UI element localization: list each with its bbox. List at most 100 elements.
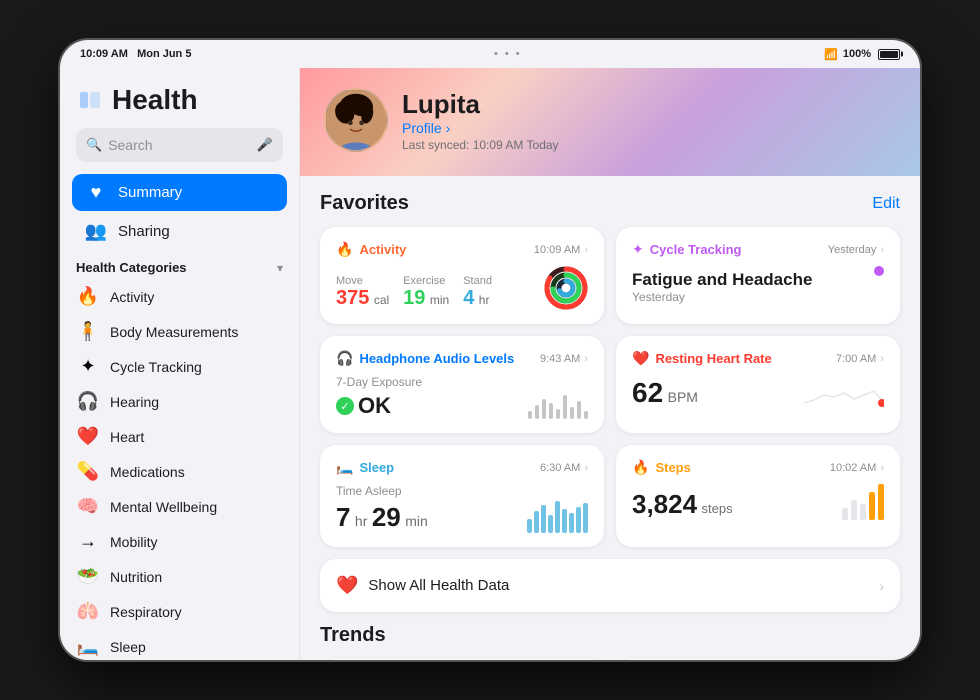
cycle-indicator-dot <box>874 266 884 276</box>
exercise-unit: min <box>430 293 449 307</box>
health-categories-title: Health Categories <box>76 260 187 275</box>
steps-card[interactable]: 🔥 Steps 10:02 AM › 3,824 steps <box>616 445 900 547</box>
status-bar: 10:09 AM Mon Jun 5 • • • 📶 100% <box>60 40 920 68</box>
show-all-health-data[interactable]: ❤️ Show All Health Data › <box>320 559 900 612</box>
mental-icon: 🧠 <box>76 496 100 517</box>
headphone-title: Headphone Audio Levels <box>359 351 514 366</box>
activity-card-chevron: › <box>584 244 588 256</box>
sidebar-item-nutrition[interactable]: 🥗 Nutrition <box>60 559 299 594</box>
sidebar-item-respiratory[interactable]: 🫁 Respiratory <box>60 594 299 629</box>
profile-name: Lupita <box>402 89 559 120</box>
sleep-label: Time Asleep <box>336 484 428 498</box>
profile-header: Lupita Profile › Last synced: 10:09 AM T… <box>300 68 920 176</box>
sleep-card[interactable]: 🛏️ Sleep 6:30 AM › Time Asleep <box>320 445 604 547</box>
microphone-icon[interactable]: 🎤 <box>257 137 273 153</box>
app-title: Health <box>112 84 198 116</box>
activity-ring <box>544 266 588 310</box>
steps-chart <box>842 484 884 520</box>
show-all-label: Show All Health Data <box>368 577 509 594</box>
heart-rate-chevron: › <box>880 353 884 365</box>
trend-exercise-card[interactable]: 🔥 Exercise Minutes <box>320 659 604 660</box>
sidebar: Health 🔍 Search 🎤 ♥ Summary 👥 Sharing He… <box>60 68 300 660</box>
sidebar-toggle-button[interactable] <box>76 86 104 114</box>
sleep-card-icon: 🛏️ <box>336 459 353 476</box>
cycle-card-time: Yesterday <box>828 244 877 256</box>
sidebar-item-mental-wellbeing[interactable]: 🧠 Mental Wellbeing <box>60 489 299 524</box>
sidebar-item-heart[interactable]: ❤️ Heart <box>60 419 299 454</box>
heart-rate-chart <box>804 375 884 411</box>
steps-unit: steps <box>702 501 733 516</box>
sleep-mins-unit: min <box>405 513 428 529</box>
steps-title: Steps <box>655 460 690 475</box>
sleep-icon: 🛏️ <box>76 636 100 657</box>
steps-chevron: › <box>880 462 884 474</box>
edit-button[interactable]: Edit <box>872 195 900 213</box>
respiratory-icon: 🫁 <box>76 601 100 622</box>
ipad-device: 10:09 AM Mon Jun 5 • • • 📶 100% <box>60 40 920 660</box>
profile-info: Lupita Profile › Last synced: 10:09 AM T… <box>402 89 559 152</box>
cycle-card-title: Cycle Tracking <box>650 242 742 257</box>
cycle-card[interactable]: ✦ Cycle Tracking Yesterday › Fatigue and… <box>616 227 900 324</box>
exercise-value: 19 <box>403 287 425 309</box>
favorites-section: Favorites Edit 🔥 Activity 10:09 A <box>300 176 920 660</box>
steps-value: 3,824 <box>632 489 697 519</box>
summary-label: Summary <box>118 184 182 201</box>
move-label: Move <box>336 275 389 287</box>
avatar <box>324 88 388 152</box>
heart-rate-card[interactable]: ❤️ Resting Heart Rate 7:00 AM › 62 <box>616 336 900 433</box>
move-unit: cal <box>374 293 389 307</box>
nutrition-icon: 🥗 <box>76 566 100 587</box>
cycle-symptom: Fatigue and Headache <box>632 270 812 290</box>
hearing-icon: 🎧 <box>76 391 100 412</box>
sidebar-item-summary[interactable]: ♥ Summary <box>72 174 287 211</box>
search-bar[interactable]: 🔍 Search 🎤 <box>76 128 283 162</box>
sidebar-item-body-measurements[interactable]: 🧍 Body Measurements <box>60 314 299 349</box>
sleep-card-title: Sleep <box>359 460 394 475</box>
sleep-mins: 29 <box>372 502 401 532</box>
medications-icon: 💊 <box>76 461 100 482</box>
activity-card-icon: 🔥 <box>336 241 353 258</box>
health-categories-header[interactable]: Health Categories ▾ <box>60 252 299 279</box>
exposure-label: 7-Day Exposure <box>336 375 422 389</box>
profile-link[interactable]: Profile › <box>402 120 559 136</box>
audio-level-bars <box>528 387 588 419</box>
mobility-icon: → <box>76 531 100 552</box>
search-placeholder: Search <box>108 137 152 153</box>
battery-icon <box>878 49 900 60</box>
sleep-hours: 7 <box>336 502 350 532</box>
heart-bpm-value: 62 <box>632 377 663 408</box>
trends-cards: 🔥 Exercise Minutes ❤️ Walking Heart Rate… <box>320 659 900 660</box>
activity-card-time: 10:09 AM <box>534 244 580 256</box>
heart-rate-icon: ❤️ <box>632 350 649 367</box>
sidebar-item-sharing[interactable]: 👥 Sharing <box>72 213 287 250</box>
favorites-title: Favorites <box>320 192 409 215</box>
move-value: 375 <box>336 287 369 309</box>
sidebar-item-cycle-tracking[interactable]: ✦ Cycle Tracking <box>60 349 299 384</box>
last-synced: Last synced: 10:09 AM Today <box>402 138 559 152</box>
trend-heart-rate-card[interactable]: ❤️ Walking Heart Rate Average › <box>616 659 900 660</box>
activity-card-title: Activity <box>359 242 406 257</box>
steps-icon: 🔥 <box>632 459 649 476</box>
app-container: Health 🔍 Search 🎤 ♥ Summary 👥 Sharing He… <box>60 68 920 660</box>
sidebar-item-sleep[interactable]: 🛏️ Sleep <box>60 629 299 660</box>
sidebar-item-mobility[interactable]: → Mobility <box>60 524 299 559</box>
exercise-label: Exercise <box>403 275 449 287</box>
cycle-date: Yesterday <box>632 290 812 304</box>
sleep-time: 6:30 AM <box>540 462 580 474</box>
sleep-chevron: › <box>584 462 588 474</box>
sidebar-item-medications[interactable]: 💊 Medications <box>60 454 299 489</box>
sidebar-item-hearing[interactable]: 🎧 Hearing <box>60 384 299 419</box>
body-icon: 🧍 <box>76 321 100 342</box>
search-icon: 🔍 <box>86 137 102 153</box>
sidebar-item-activity[interactable]: 🔥 Activity <box>60 279 299 314</box>
stand-label: Stand <box>463 275 492 287</box>
chevron-down-icon: ▾ <box>277 261 283 275</box>
heart-rate-time: 7:00 AM <box>836 353 876 365</box>
show-all-chevron: › <box>879 578 884 594</box>
sleep-chart <box>527 501 588 533</box>
summary-icon: ♥ <box>84 182 108 203</box>
ok-status: OK <box>358 393 391 419</box>
activity-icon: 🔥 <box>76 286 100 307</box>
headphone-card[interactable]: 🎧 Headphone Audio Levels 9:43 AM › 7-Day… <box>320 336 604 433</box>
activity-card[interactable]: 🔥 Activity 10:09 AM › Move <box>320 227 604 324</box>
